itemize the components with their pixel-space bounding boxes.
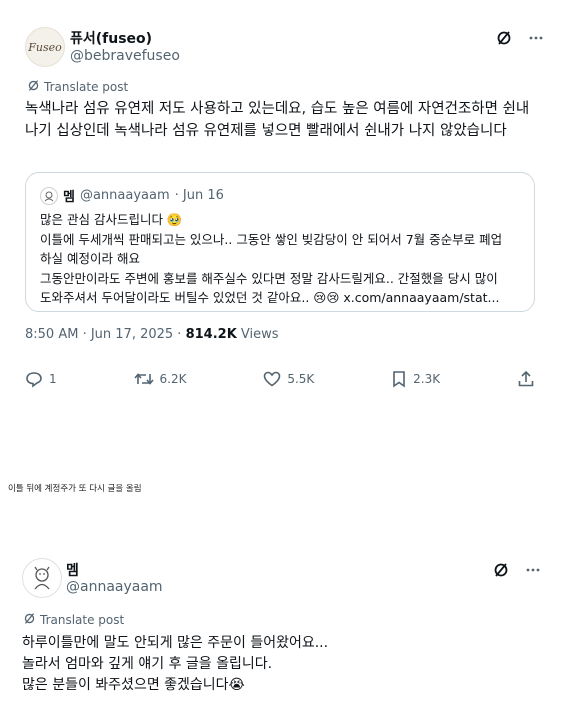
quote-date: · Jun 16	[174, 188, 224, 203]
quote-line: 그동안만이라도 주변에 홍보를 해주실수 있다면 정말 감사드릴게요.. 간절했…	[40, 270, 498, 286]
body-line: 많은 분들이 봐주셨으면 좋겠습니다😭	[22, 677, 245, 693]
heart-icon	[263, 370, 281, 388]
translate-icon	[27, 79, 40, 95]
tweet-card[interactable]: Fuseo 퓨서(fuseo) @bebravefuseo Translate …	[10, 10, 550, 402]
translate-label: Translate post	[40, 613, 125, 627]
bookmark-count: 2.3K	[413, 372, 441, 386]
tweet-body: 하루이틀만에 말도 안되게 많은 주문이 들어왔어요... 놀라서 엄마와 깊게…	[22, 633, 328, 696]
share-button[interactable]	[517, 370, 535, 388]
repost-count: 6.2K	[159, 372, 187, 386]
repost-button[interactable]: 6.2K	[133, 370, 187, 388]
avatar[interactable]	[22, 558, 62, 598]
more-icon[interactable]	[525, 562, 541, 578]
reply-icon	[25, 370, 43, 388]
quote-author-handle: @annaayaam	[79, 188, 170, 203]
tweet-card-2[interactable]: 멤 @annaayaam Translate post 하루이틀만에 말도 안되…	[10, 548, 550, 718]
author-handle[interactable]: @bebravefuseo	[70, 48, 180, 64]
caption-text: 이틀 뒤에 계정주가 또 다시 글을 올림	[8, 484, 142, 494]
grok-icon[interactable]	[496, 30, 512, 46]
translate-link[interactable]: Translate post	[27, 79, 128, 95]
quote-line: 하실 예정이라 해요	[40, 251, 140, 266]
more-icon[interactable]	[528, 30, 544, 46]
tweet-body: 녹색나라 섬유 유연제 저도 사용하고 있는데요, 습도 높은 여름에 자연건조…	[25, 101, 530, 139]
quote-line: 도와주셔서 두어달이라도 버틸수 있었던 것 같아요.. 😢😢 x.com/an…	[40, 290, 500, 305]
translate-label: Translate post	[44, 80, 129, 94]
avatar[interactable]: Fuseo	[25, 27, 65, 67]
body-line: 하루이틀만에 말도 안되게 많은 주문이 들어왔어요...	[22, 635, 329, 651]
quote-author-name: 멤	[63, 190, 75, 205]
views-count: 814.2K	[185, 327, 237, 342]
reply-count: 1	[49, 372, 57, 386]
share-icon	[517, 370, 535, 388]
translate-link[interactable]: Translate post	[23, 612, 124, 628]
bookmark-icon	[391, 370, 407, 388]
avatar-text: Fuseo	[28, 40, 62, 54]
like-button[interactable]: 5.5K	[263, 370, 314, 388]
quote-line: 많은 관심 감사드립니다 🥹	[40, 212, 183, 227]
body-line: 놀라서 엄마와 깊게 얘기 후 글을 올립니다.	[22, 656, 273, 672]
timestamp[interactable]: 8:50 AM · Jun 17, 2025 ·	[25, 327, 186, 342]
repost-icon	[133, 370, 154, 388]
translate-icon	[23, 612, 36, 628]
views-label: Views	[236, 327, 279, 342]
author-handle[interactable]: @annaayaam	[66, 579, 163, 595]
quote-body: 많은 관심 감사드립니다 🥹 이틀에 두세개씩 판매되고는 있으나.. 그동안 …	[40, 210, 525, 308]
like-count: 5.5K	[287, 372, 315, 386]
reply-button[interactable]: 1	[25, 370, 57, 388]
grok-icon[interactable]	[493, 562, 509, 578]
author-name[interactable]: 퓨서(fuseo)	[70, 28, 152, 48]
quoted-tweet[interactable]: 멤 @annaayaam · Jun 16 많은 관심 감사드립니다 🥹 이틀에…	[25, 172, 535, 312]
quote-avatar[interactable]	[40, 186, 58, 205]
author-name[interactable]: 멤	[66, 560, 79, 580]
bookmark-button[interactable]: 2.3K	[391, 370, 440, 388]
quote-line: 이틀에 두세개씩 판매되고는 있으나.. 그동안 쌓인 빚감당이 안 되어서 7…	[40, 231, 503, 247]
tweet-meta: 8:50 AM · Jun 17, 2025 · 814.2K Views	[25, 327, 279, 342]
action-bar: 1 6.2K 5.5K 2.3K	[25, 370, 535, 388]
